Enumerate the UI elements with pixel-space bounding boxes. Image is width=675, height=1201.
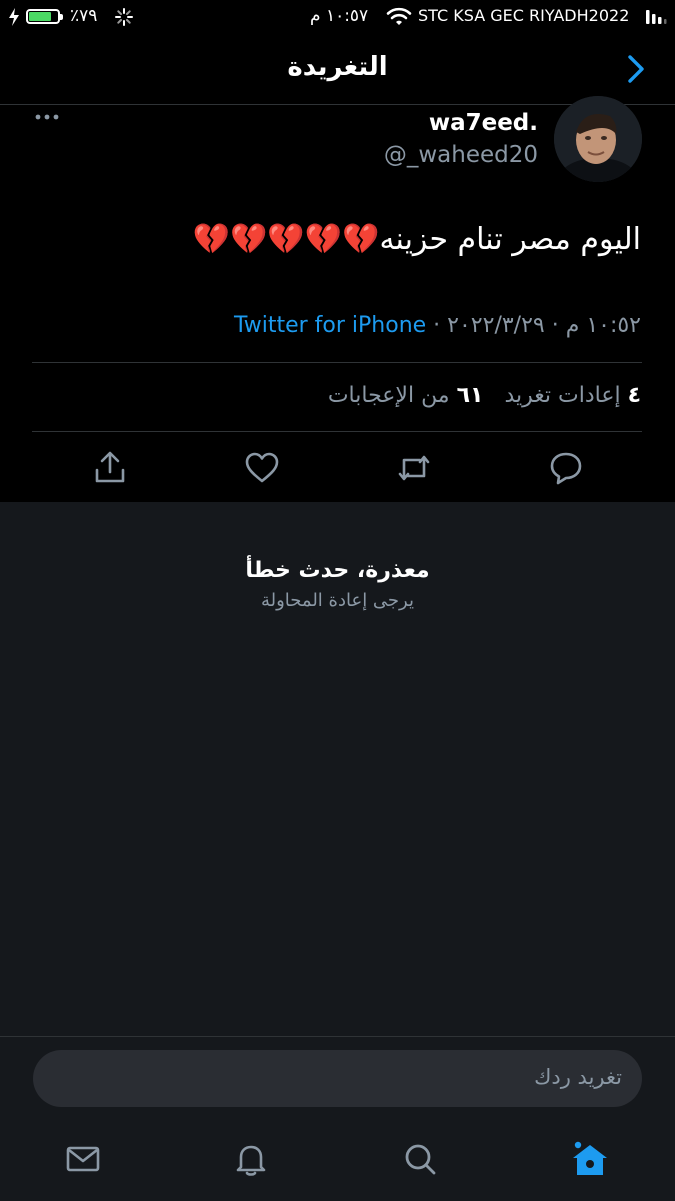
tab-home[interactable] bbox=[570, 1139, 610, 1179]
battery-icon bbox=[26, 9, 60, 24]
user-handle[interactable]: @_waheed20 bbox=[384, 142, 538, 168]
like-label: من الإعجابات bbox=[327, 383, 450, 408]
wifi-icon bbox=[386, 7, 412, 25]
bottom-area: تغريد ردك bbox=[0, 1036, 675, 1201]
error-title: معذرة، حدث خطأ bbox=[245, 558, 430, 583]
share-button[interactable] bbox=[90, 448, 130, 488]
page-title: التغريدة bbox=[287, 52, 388, 82]
charging-bolt-icon bbox=[9, 8, 19, 26]
retweet-icon bbox=[398, 455, 430, 481]
avatar[interactable] bbox=[554, 96, 642, 182]
retweet-label: إعادات تغريد bbox=[504, 383, 621, 408]
top-nav-bar: التغريدة bbox=[0, 34, 675, 105]
loading-spinner-icon bbox=[115, 8, 133, 26]
reply-input[interactable]: تغريد ردك bbox=[33, 1050, 642, 1107]
tab-messages[interactable] bbox=[63, 1139, 103, 1179]
profile-photo bbox=[554, 96, 642, 182]
tweet-meta: ١٠:٥٢ م · ٢٠٢٢/٣/٢٩ · Twitter for iPhone bbox=[234, 313, 641, 338]
reply-bubble-icon bbox=[550, 452, 582, 485]
tweet-text: اليوم مصر تنام حزينه💔💔💔💔💔 bbox=[192, 222, 641, 257]
carrier-name: STC KSA GEC RIYADH2022 bbox=[418, 6, 630, 25]
retweet-stat[interactable]: ٤ إعادات تغريد bbox=[504, 383, 641, 408]
more-options-icon[interactable] bbox=[34, 110, 60, 124]
replies-error-panel: معذرة، حدث خطأ يرجى إعادة المحاولة bbox=[0, 502, 675, 1036]
search-icon bbox=[405, 1144, 436, 1175]
divider bbox=[32, 431, 642, 432]
status-bar: ٪٧٩ ١٠:٥٧ م STC KSA GEC RIYADH2022 bbox=[0, 0, 675, 34]
like-stat[interactable]: ٦١ من الإعجابات bbox=[328, 383, 484, 408]
tab-notifications[interactable] bbox=[231, 1139, 271, 1179]
signal-bars-icon bbox=[646, 10, 667, 24]
divider bbox=[32, 362, 642, 363]
like-button[interactable] bbox=[242, 448, 282, 488]
back-chevron-icon[interactable] bbox=[624, 54, 648, 84]
bell-icon bbox=[236, 1145, 266, 1176]
status-time: ١٠:٥٧ م bbox=[310, 6, 369, 26]
share-icon bbox=[95, 451, 125, 483]
tweet-timestamp: ١٠:٥٢ م · ٢٠٢٢/٣/٢٩ · bbox=[433, 313, 641, 338]
heart-icon bbox=[245, 452, 279, 483]
retweet-count: ٤ bbox=[627, 383, 641, 408]
tweet-stats: ٤ إعادات تغريد ٦١ من الإعجابات bbox=[328, 383, 641, 408]
home-icon bbox=[573, 1141, 607, 1175]
battery-fill bbox=[29, 12, 52, 21]
reply-button[interactable] bbox=[546, 448, 586, 488]
mail-icon bbox=[66, 1146, 100, 1172]
tweet-source-link[interactable]: Twitter for iPhone bbox=[234, 313, 426, 338]
reply-placeholder: تغريد ردك bbox=[534, 1065, 622, 1089]
error-retry-text[interactable]: يرجى إعادة المحاولة bbox=[0, 590, 675, 611]
like-count: ٦١ bbox=[456, 383, 484, 408]
battery-tip bbox=[60, 14, 63, 20]
display-name[interactable]: wa7eed. bbox=[429, 110, 538, 136]
tab-search[interactable] bbox=[400, 1139, 440, 1179]
retweet-button[interactable] bbox=[394, 448, 434, 488]
battery-percent: ٪٧٩ bbox=[70, 6, 98, 26]
